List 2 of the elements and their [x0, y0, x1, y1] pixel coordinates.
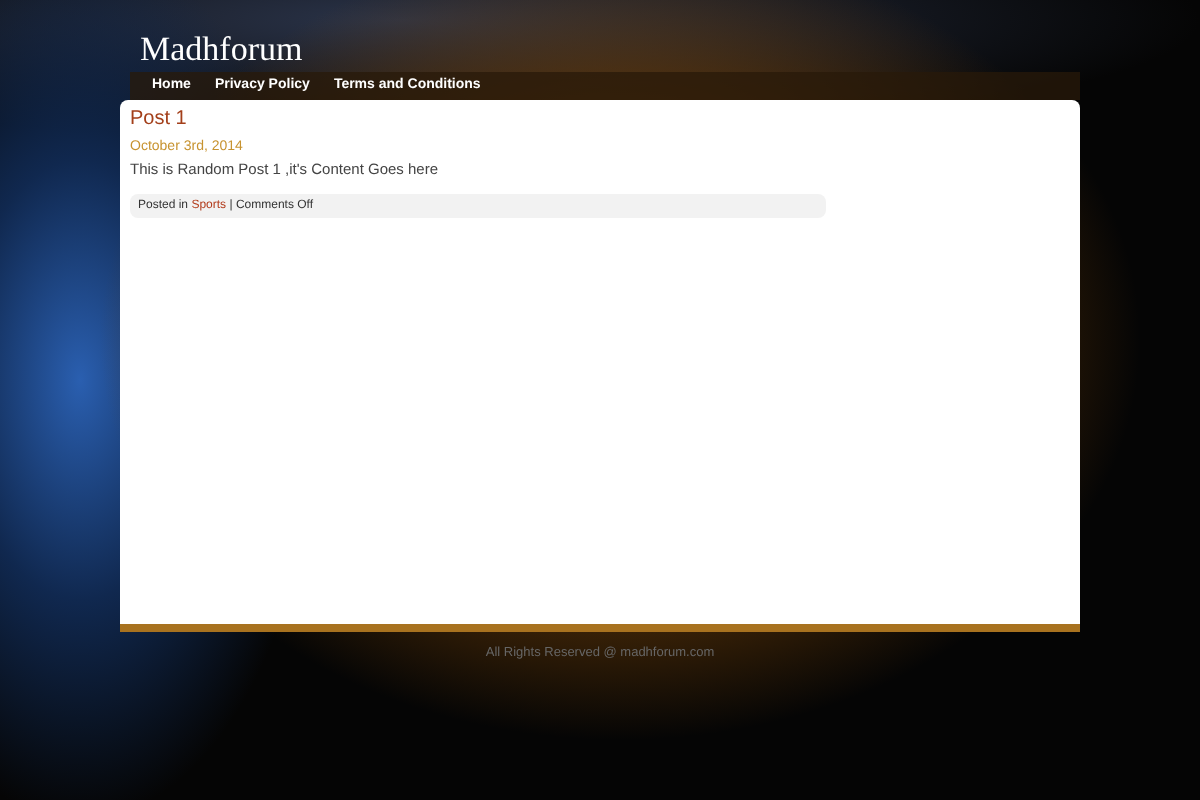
- post-title: Post 1: [130, 108, 189, 130]
- site-title: Madhforum: [138, 28, 305, 72]
